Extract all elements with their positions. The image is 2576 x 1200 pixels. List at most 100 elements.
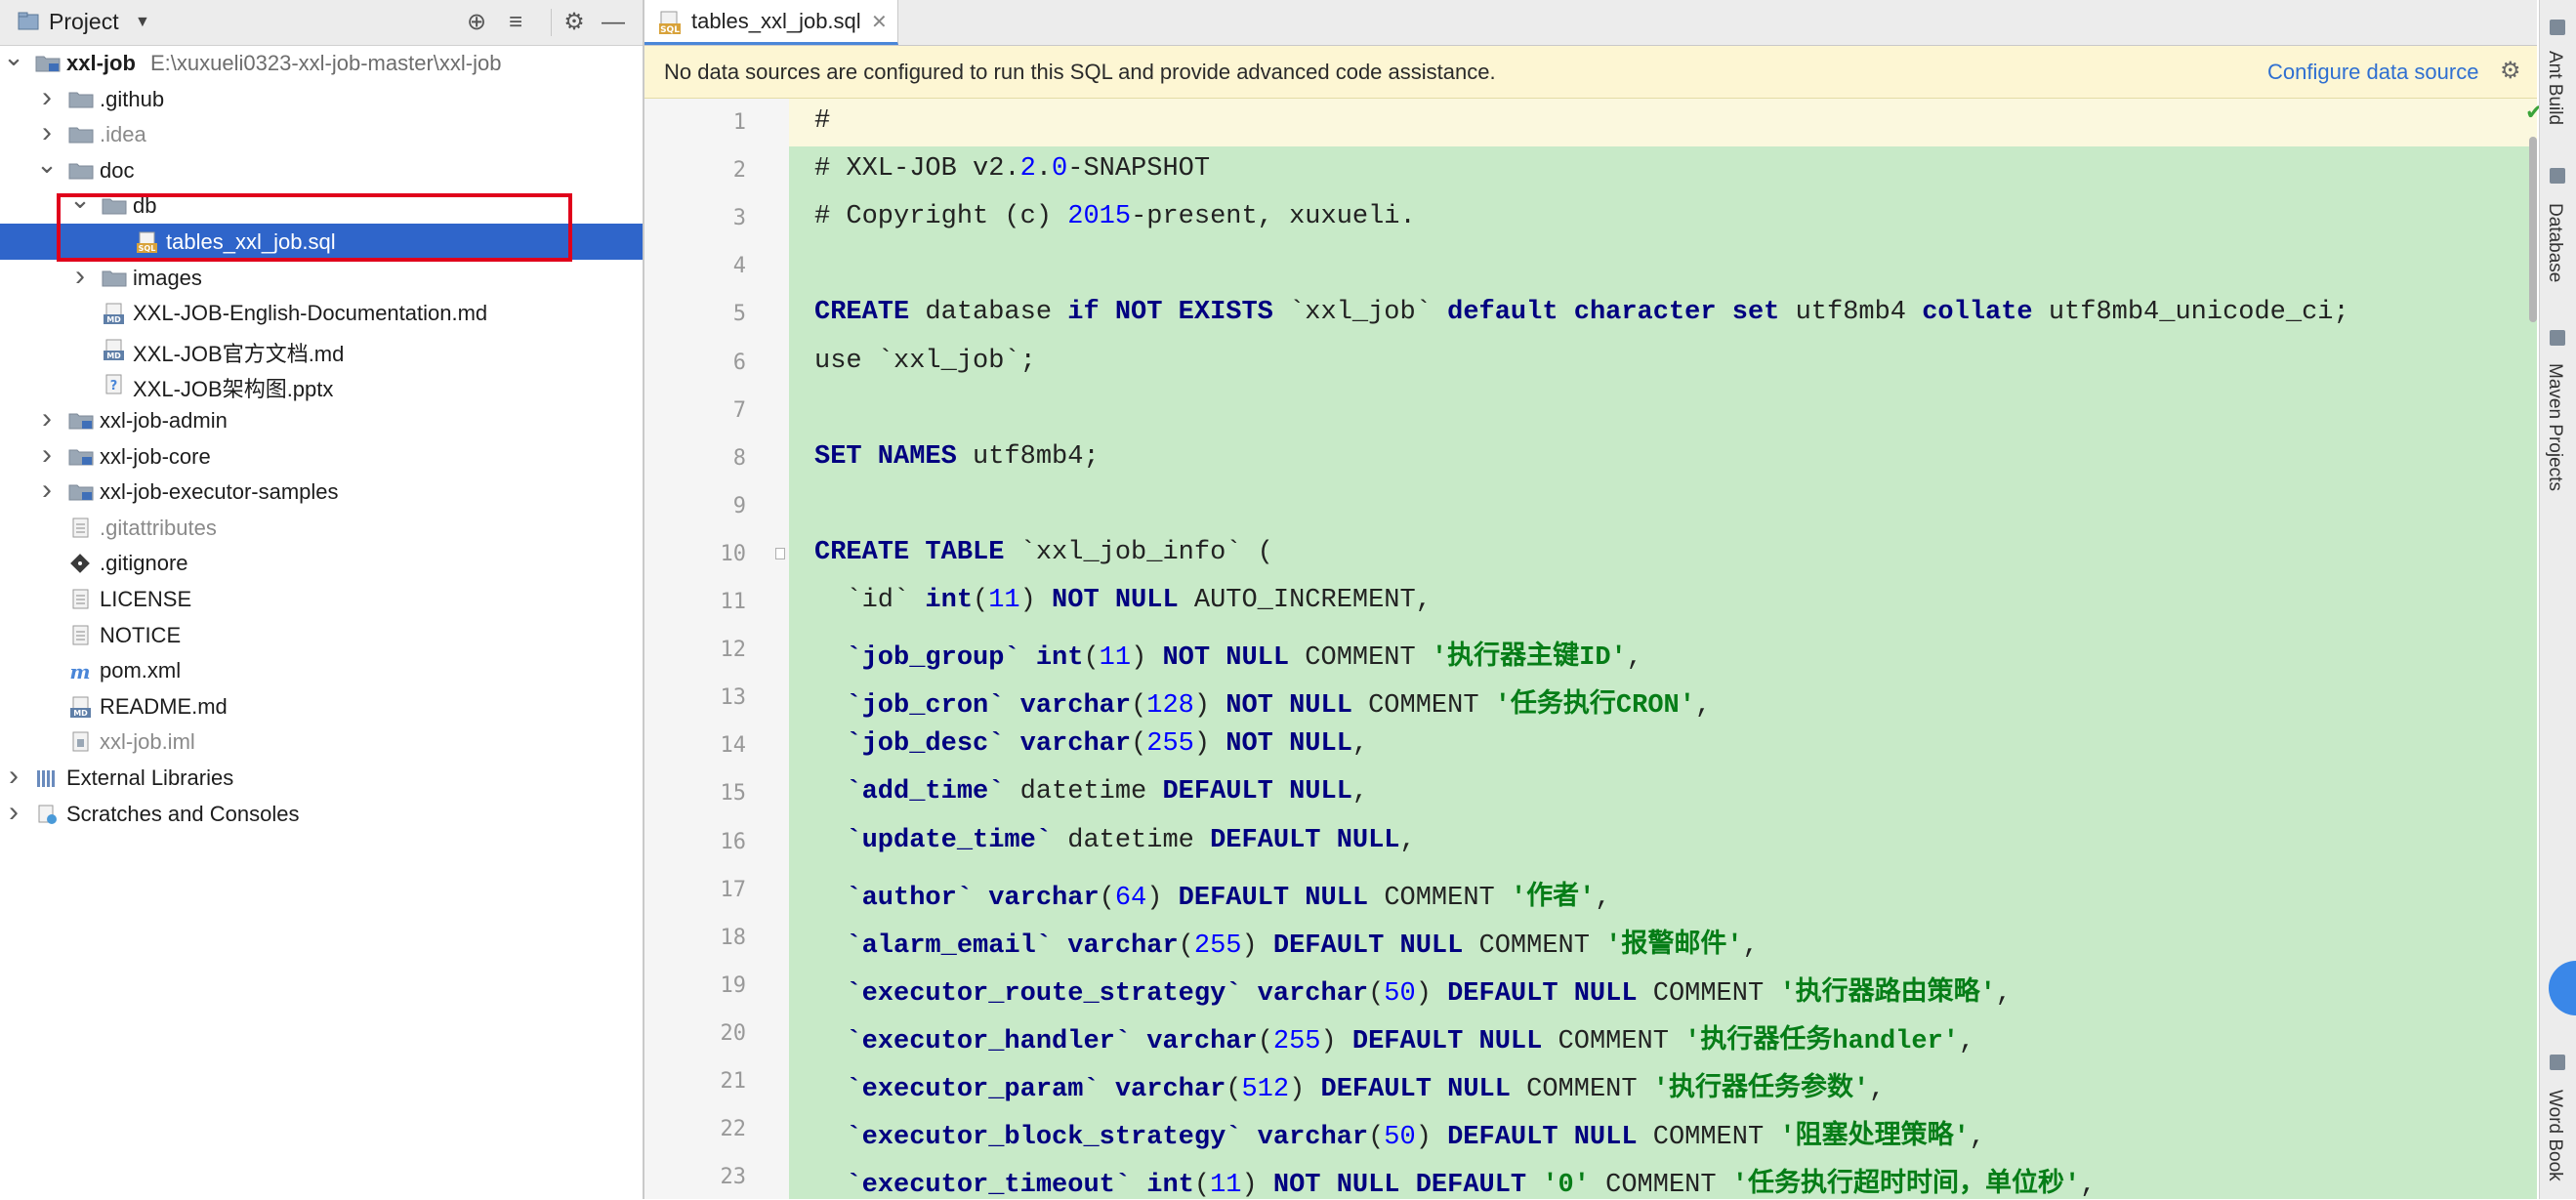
chevron-right-icon[interactable]: › xyxy=(35,82,59,113)
settings-gear-icon[interactable]: ⚙ xyxy=(561,9,588,36)
configure-data-source-link[interactable]: Configure data source xyxy=(2267,60,2478,85)
collapse-all-icon[interactable]: ≡ xyxy=(502,9,529,36)
code-line: `executor_timeout` int(11) NOT NULL DEFA… xyxy=(814,1161,2096,1200)
tree-item-label: XXL-JOB官方文档.md xyxy=(133,341,345,366)
tree-item-iml[interactable]: xxl-job.iml xyxy=(0,724,643,760)
code-token: '执行器任务handler' xyxy=(1684,1026,1959,1056)
tree-item-samples[interactable]: › xxl-job-executor-samples xyxy=(0,474,643,510)
tree-item-license[interactable]: LICENSE xyxy=(0,581,643,617)
tree-item-db[interactable]: ⌄ db xyxy=(0,186,643,224)
project-path: E:\xuxueli0323-xxl-job-master\xxl-job xyxy=(150,51,502,75)
ant-build-icon[interactable] xyxy=(2550,20,2565,35)
tool-window-ant-build[interactable]: Ant Build xyxy=(2544,51,2565,125)
code-token: DEFAULT NULL xyxy=(1178,883,1385,913)
maven-projects-icon[interactable] xyxy=(2550,330,2565,346)
locate-file-icon[interactable]: ⊕ xyxy=(463,9,490,36)
tree-item-label: .github xyxy=(100,86,165,111)
code-token: `xxl_job_info` ( xyxy=(1019,537,1273,567)
chevron-right-icon[interactable]: › xyxy=(2,797,25,828)
code-token: DEFAULT NULL xyxy=(1210,825,1400,855)
code-token: '报警邮件' xyxy=(1605,931,1743,961)
code-line: # XXL-JOB v2.2.0-SNAPSHOT xyxy=(814,154,1210,184)
tree-item-doc[interactable]: ⌄ doc xyxy=(0,151,643,188)
tree-item-label: XXL-JOB-English-Documentation.md xyxy=(133,301,488,326)
project-tool-window: Project ▼ ⊕ ≡ ⚙ — ⌄ xxl-job E:\xuxueli0323… xyxy=(0,0,644,1199)
tree-item-doc_pptx[interactable]: ? XXL-JOB架构图.pptx xyxy=(0,366,643,402)
line-number: 12 xyxy=(720,638,747,663)
tree-item-label: xxl-job-executor-samples xyxy=(100,479,339,505)
tree-item-images[interactable]: › images xyxy=(0,260,643,296)
fold-marker-icon[interactable] xyxy=(775,547,785,559)
code-token: ) xyxy=(1193,691,1226,722)
tree-item-gitattributes[interactable]: .gitattributes xyxy=(0,510,643,546)
code-token: 2015 xyxy=(1067,202,1132,232)
code-token: ) xyxy=(1289,1075,1321,1104)
code-token: `executor_timeout` int xyxy=(846,1171,1194,1200)
project-panel-title[interactable]: Project xyxy=(49,9,119,35)
code-token: ( xyxy=(1368,978,1385,1009)
module-folder-icon xyxy=(35,56,61,72)
banner-settings-gear-icon[interactable]: ⚙ xyxy=(2500,57,2521,85)
tree-item-core[interactable]: › xxl-job-core xyxy=(0,438,643,475)
tree-item-label: xxl-job xyxy=(66,51,136,75)
tree-item-gitignore[interactable]: .gitignore xyxy=(0,545,643,581)
close-tab-icon[interactable]: ✕ xyxy=(871,10,888,34)
code-token: , xyxy=(1742,931,1759,961)
code-token: `job_group` int xyxy=(846,643,1084,674)
tool-window-database[interactable]: Database xyxy=(2544,203,2565,282)
code-token: datetime xyxy=(1019,777,1163,807)
view-dropdown-chevron-icon[interactable]: ▼ xyxy=(135,14,150,31)
tool-window-maven-projects[interactable]: Maven Projects xyxy=(2544,363,2565,491)
hide-panel-icon[interactable]: — xyxy=(600,9,627,36)
chevron-right-icon[interactable]: › xyxy=(35,439,59,471)
markdown-file-icon: MD xyxy=(104,303,124,325)
tool-window-word-book[interactable]: Word Book xyxy=(2544,1090,2565,1181)
tree-item-notice[interactable]: NOTICE xyxy=(0,617,643,653)
code-line: `executor_param` varchar(512) DEFAULT NU… xyxy=(814,1065,1885,1104)
tree-item-pom[interactable]: m pom.xml xyxy=(0,652,643,688)
tree-item-readme[interactable]: MD README.md xyxy=(0,688,643,724)
tree-item-tables_sql[interactable]: SQL tables_xxl_job.sql xyxy=(0,224,643,260)
text-file-icon xyxy=(72,517,89,538)
tree-item-scratches[interactable]: › Scratches and Consoles xyxy=(0,796,643,832)
line-number: 8 xyxy=(732,445,746,471)
chevron-down-icon[interactable]: ⌄ xyxy=(2,44,25,77)
chevron-right-icon[interactable]: › xyxy=(2,762,25,792)
code-line: SET NAMES utf8mb4; xyxy=(814,442,1100,472)
tree-item-admin[interactable]: › xxl-job-admin xyxy=(0,402,643,438)
chevron-down-icon[interactable]: ⌄ xyxy=(68,186,92,220)
code-line: CREATE TABLE `xxl_job_info` ( xyxy=(814,538,1273,567)
code-token: '执行器路由策略' xyxy=(1779,978,1996,1009)
code-token: 11 xyxy=(1099,643,1132,674)
chevron-right-icon[interactable]: › xyxy=(35,118,59,148)
word-book-icon[interactable] xyxy=(2550,1055,2565,1070)
code-token: ) xyxy=(1320,1026,1352,1056)
tree-item-extlibs[interactable]: › External Libraries xyxy=(0,760,643,796)
tree-item-root[interactable]: ⌄ xxl-job E:\xuxueli0323-xxl-job-master\xx… xyxy=(0,44,643,81)
chevron-right-icon[interactable]: › xyxy=(35,476,59,506)
toolbar-divider xyxy=(551,9,552,36)
database-icon[interactable] xyxy=(2550,168,2565,184)
unknown-file-icon: ? xyxy=(105,374,122,394)
tree-item-label: .gitignore xyxy=(100,551,188,576)
tree-item-doc_en[interactable]: MD XXL-JOB-English-Documentation.md xyxy=(0,295,643,331)
chevron-down-icon[interactable]: ⌄ xyxy=(35,151,59,185)
tree-item-idea[interactable]: › .idea xyxy=(0,116,643,152)
tree-item-github[interactable]: › .github xyxy=(0,81,643,117)
text-file-icon xyxy=(72,625,89,645)
scratches-icon xyxy=(38,805,57,824)
chevron-right-icon[interactable]: › xyxy=(35,404,59,434)
editor-scrollbar-thumb[interactable] xyxy=(2529,137,2537,322)
code-token: DEFAULT NULL xyxy=(1162,777,1352,807)
code-editor[interactable]: # # XXL-JOB v2.2.0-SNAPSHOT # Copyright (c… xyxy=(789,99,2537,1200)
code-token: '阻塞处理策略' xyxy=(1779,1123,1970,1153)
tree-item-label: LICENSE xyxy=(100,587,192,611)
tree-item-doc_cn[interactable]: MD XXL-JOB官方文档.md xyxy=(0,331,643,367)
right-tool-strip: Ant Build Database Maven Projects Word Book xyxy=(2539,0,2576,1199)
code-token: , xyxy=(1995,978,2012,1009)
chevron-right-icon[interactable]: › xyxy=(68,261,92,292)
code-token: COMMENT xyxy=(1384,883,1511,913)
tab-tables-xxl-job-sql[interactable]: SQL tables_xxl_job.sql ✕ xyxy=(644,0,898,45)
